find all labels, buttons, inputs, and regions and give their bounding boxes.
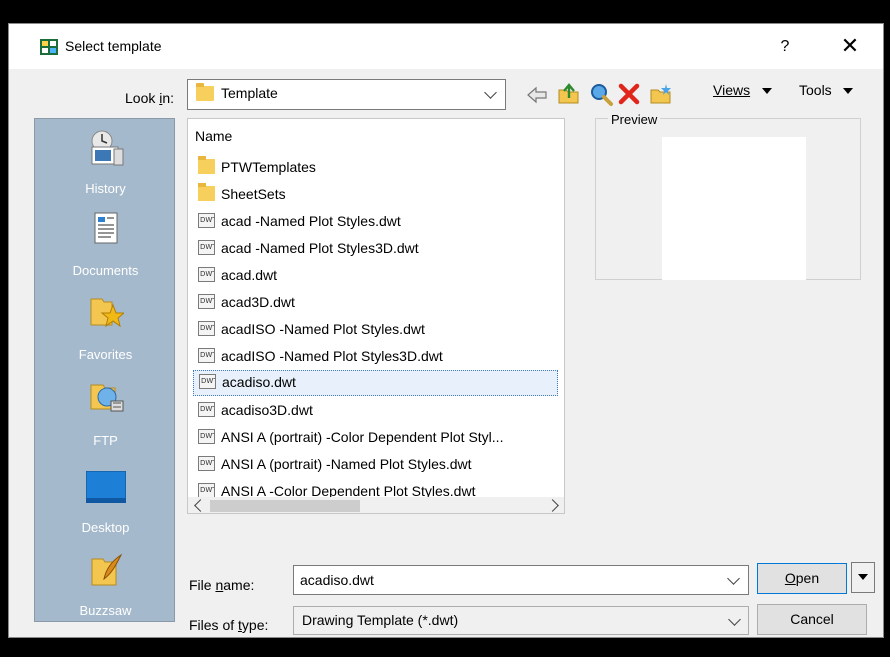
- favorites-icon: [90, 298, 124, 328]
- list-item[interactable]: DWT acadISO -Named Plot Styles3D.dwt: [195, 344, 564, 370]
- dropdown-arrow-icon: [843, 88, 854, 95]
- file-name: acadiso3D.dwt: [221, 402, 313, 418]
- delete-icon[interactable]: [617, 82, 641, 106]
- history-icon: [91, 130, 123, 166]
- window-title: Select template: [65, 38, 162, 54]
- list-item[interactable]: DWT acadISO -Named Plot Styles.dwt: [195, 317, 564, 343]
- folder-icon: [198, 156, 215, 174]
- cancel-button[interactable]: Cancel: [757, 604, 867, 635]
- close-button[interactable]: ✕: [833, 32, 867, 62]
- place-label: Buzzsaw: [79, 603, 132, 618]
- list-item[interactable]: DWT acad -Named Plot Styles3D.dwt: [195, 236, 564, 262]
- place-label: Desktop: [81, 520, 130, 535]
- file-name-input[interactable]: [293, 565, 749, 595]
- place-favorites[interactable]: Favorites: [35, 287, 176, 371]
- list-item[interactable]: DWT acadiso3D.dwt: [195, 398, 564, 424]
- list-item[interactable]: SheetSets: [195, 182, 564, 208]
- list-item[interactable]: DWT ANSI A (portrait) -Color Dependent Pl…: [195, 425, 564, 451]
- up-folder-icon[interactable]: [557, 82, 581, 106]
- list-item[interactable]: DWT acad.dwt: [195, 263, 564, 289]
- dwt-file-icon: DWT: [198, 456, 215, 471]
- files-of-type-value: Drawing Template (*.dwt): [302, 612, 459, 628]
- dwt-file-icon: DWT: [198, 321, 215, 336]
- places-sidebar: History Documents Favorites FTP Desktop …: [34, 118, 175, 622]
- select-template-dialog: Select template ? ✕ Look in: Template Vi…: [8, 23, 884, 638]
- file-name: acadISO -Named Plot Styles.dwt: [221, 321, 425, 337]
- name-column-header[interactable]: Name: [195, 128, 232, 144]
- dwt-file-icon: DWT: [198, 240, 215, 255]
- dwt-file-icon: DWT: [198, 483, 215, 498]
- dwt-file-icon: DWT: [198, 402, 215, 417]
- buzzsaw-icon: [91, 553, 122, 586]
- ftp-icon: [90, 384, 123, 412]
- open-options-button[interactable]: [851, 562, 875, 593]
- list-item[interactable]: PTWTemplates: [195, 155, 564, 181]
- list-item[interactable]: DWT acad -Named Plot Styles.dwt: [195, 209, 564, 235]
- title-bar: Select template ? ✕: [9, 24, 883, 69]
- place-ftp[interactable]: FTP: [35, 371, 176, 455]
- dwt-file-icon: DWT: [198, 429, 215, 444]
- place-buzzsaw[interactable]: Buzzsaw: [35, 539, 176, 623]
- files-of-type-dropdown[interactable]: Drawing Template (*.dwt): [293, 606, 749, 635]
- place-label: FTP: [93, 433, 118, 448]
- file-name: acadISO -Named Plot Styles3D.dwt: [221, 348, 443, 364]
- new-folder-icon[interactable]: [649, 82, 673, 106]
- file-name: SheetSets: [221, 186, 286, 202]
- documents-icon: [94, 212, 117, 244]
- file-name: ANSI A (portrait) -Color Dependent Plot …: [221, 429, 504, 445]
- look-in-dropdown[interactable]: Template: [187, 79, 506, 110]
- horizontal-scroll-thumb[interactable]: [210, 500, 360, 512]
- list-item-selected[interactable]: DWT acadiso.dwt: [193, 370, 558, 396]
- file-name: acad -Named Plot Styles.dwt: [221, 213, 401, 229]
- open-button[interactable]: Open: [757, 563, 847, 594]
- dwt-file-icon: DWT: [198, 267, 215, 282]
- file-name: acad3D.dwt: [221, 294, 295, 310]
- dwt-file-icon: DWT: [198, 348, 215, 363]
- file-list[interactable]: Name PTWTemplates SheetSets DWT acad -Nam…: [187, 118, 565, 514]
- look-in-label: Look in:: [125, 90, 175, 106]
- file-name-label: File name:: [189, 577, 255, 593]
- tools-menu[interactable]: Tools: [799, 82, 854, 98]
- folder-icon: [198, 183, 215, 201]
- place-label: Documents: [72, 263, 139, 278]
- desktop-icon: [85, 471, 126, 503]
- help-button[interactable]: ?: [771, 32, 799, 62]
- dropdown-arrow-icon: [761, 88, 772, 95]
- files-of-type-label: Files of type:: [189, 617, 269, 633]
- place-history[interactable]: History: [35, 119, 176, 203]
- file-name: acadiso.dwt: [222, 374, 296, 390]
- dwt-file-icon: DWT: [198, 213, 215, 228]
- dropdown-arrow-icon: [858, 574, 868, 580]
- place-label: History: [85, 181, 126, 196]
- views-menu[interactable]: Views: [713, 82, 772, 98]
- dwt-file-icon: DWT: [198, 294, 215, 309]
- look-in-value: Template: [221, 85, 278, 101]
- file-name: ANSI A (portrait) -Named Plot Styles.dwt: [221, 456, 472, 472]
- preview-label: Preview: [608, 112, 661, 127]
- app-icon: [40, 39, 58, 55]
- chevron-down-icon: [484, 86, 497, 99]
- list-item[interactable]: DWT ANSI A (portrait) -Named Plot Styles.…: [195, 452, 564, 478]
- chevron-down-icon: [728, 613, 741, 626]
- place-label: Favorites: [78, 347, 133, 362]
- file-name: acad -Named Plot Styles3D.dwt: [221, 240, 419, 256]
- folder-icon: [196, 83, 214, 101]
- file-name: PTWTemplates: [221, 159, 316, 175]
- dwt-file-icon: DWT: [199, 374, 216, 389]
- place-desktop[interactable]: Desktop: [35, 455, 176, 539]
- file-name: acad.dwt: [221, 267, 278, 283]
- place-documents[interactable]: Documents: [35, 203, 176, 287]
- preview-canvas: [662, 137, 806, 280]
- list-item[interactable]: DWT acad3D.dwt: [195, 290, 564, 316]
- back-arrow-icon[interactable]: [526, 85, 548, 105]
- search-web-icon[interactable]: [589, 82, 613, 106]
